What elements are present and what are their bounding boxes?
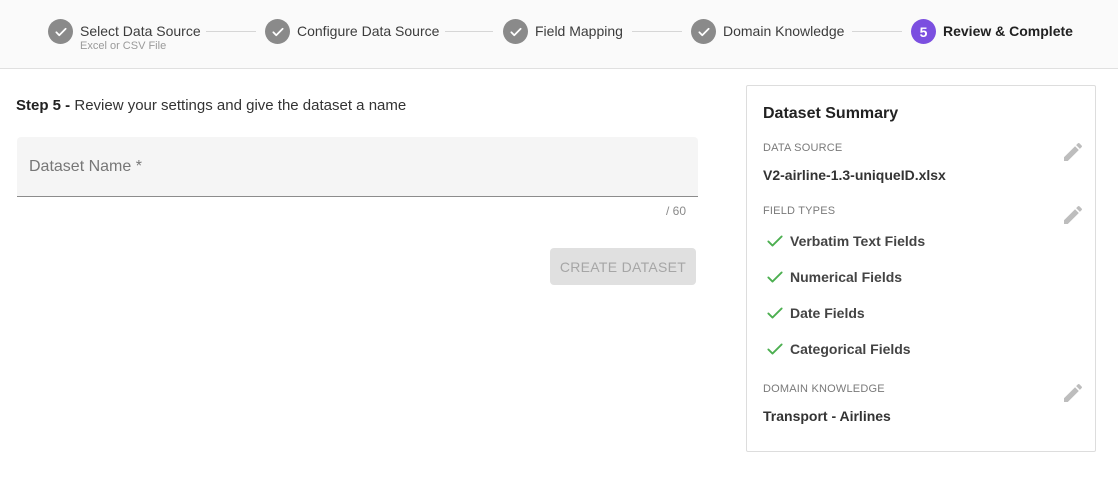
data-source-value: V2-airline-1.3-uniqueID.xlsx [763, 167, 946, 183]
field-type-item: Verbatim Text Fields [765, 231, 925, 251]
step-sublabel: Excel or CSV File [80, 40, 167, 52]
check-icon [767, 235, 783, 247]
check-icon [767, 343, 783, 355]
field-type-label: Numerical Fields [790, 269, 903, 285]
step-configure-data-source[interactable]: Configure Data Source [265, 19, 439, 44]
step-domain-knowledge[interactable]: Domain Knowledge [691, 19, 844, 44]
step-heading-text: Review your settings and give the datase… [70, 97, 407, 114]
step-connector [206, 31, 256, 32]
data-source-label: DATA SOURCE [763, 142, 843, 154]
edit-data-source-pencil-icon[interactable] [1061, 140, 1085, 164]
stepper: Select Data Source Excel or CSV File Con… [0, 0, 1118, 69]
step-label: Field Mapping [535, 23, 623, 39]
check-icon [767, 271, 783, 283]
step-label: Select Data Source [80, 23, 201, 39]
step-heading-prefix: Step 5 - [16, 97, 71, 114]
field-type-label: Categorical Fields [790, 341, 911, 357]
step-number-badge: 5 [911, 19, 936, 44]
step-connector [852, 31, 902, 32]
step-connector [632, 31, 682, 32]
step-done-check-icon [265, 19, 290, 44]
create-dataset-button[interactable]: CREATE DATASET [550, 248, 696, 285]
summary-title: Dataset Summary [763, 105, 899, 122]
step-label: Domain Knowledge [723, 23, 845, 39]
character-counter: / 60 [665, 204, 686, 218]
step-heading: Step 5 - Review your settings and give t… [16, 97, 406, 114]
step-done-check-icon [691, 19, 716, 44]
field-type-item: Numerical Fields [765, 267, 902, 287]
edit-field-types-pencil-icon[interactable] [1061, 203, 1085, 227]
step-done-check-icon [503, 19, 528, 44]
step-review-complete[interactable]: 5 Review & Complete [911, 19, 1073, 44]
field-types-label: FIELD TYPES [763, 205, 836, 217]
domain-knowledge-label: DOMAIN KNOWLEDGE [763, 383, 885, 395]
dataset-name-input[interactable] [17, 137, 698, 196]
dataset-name-field[interactable] [17, 137, 698, 197]
field-type-item: Date Fields [765, 303, 865, 323]
step-connector [445, 31, 493, 32]
step-label: Configure Data Source [297, 23, 440, 39]
domain-knowledge-value: Transport - Airlines [763, 408, 891, 424]
step-label: Review & Complete [943, 23, 1073, 39]
field-type-label: Date Fields [790, 305, 865, 321]
step-select-data-source[interactable]: Select Data Source Excel or CSV File [48, 19, 201, 52]
field-type-item: Categorical Fields [765, 339, 911, 359]
step-done-check-icon [48, 19, 73, 44]
step-field-mapping[interactable]: Field Mapping [503, 19, 623, 44]
edit-domain-knowledge-pencil-icon[interactable] [1061, 381, 1085, 405]
dataset-summary-card: Dataset Summary DATA SOURCE V2-airline-1… [746, 85, 1096, 452]
field-type-label: Verbatim Text Fields [790, 233, 926, 249]
check-icon [767, 307, 783, 319]
